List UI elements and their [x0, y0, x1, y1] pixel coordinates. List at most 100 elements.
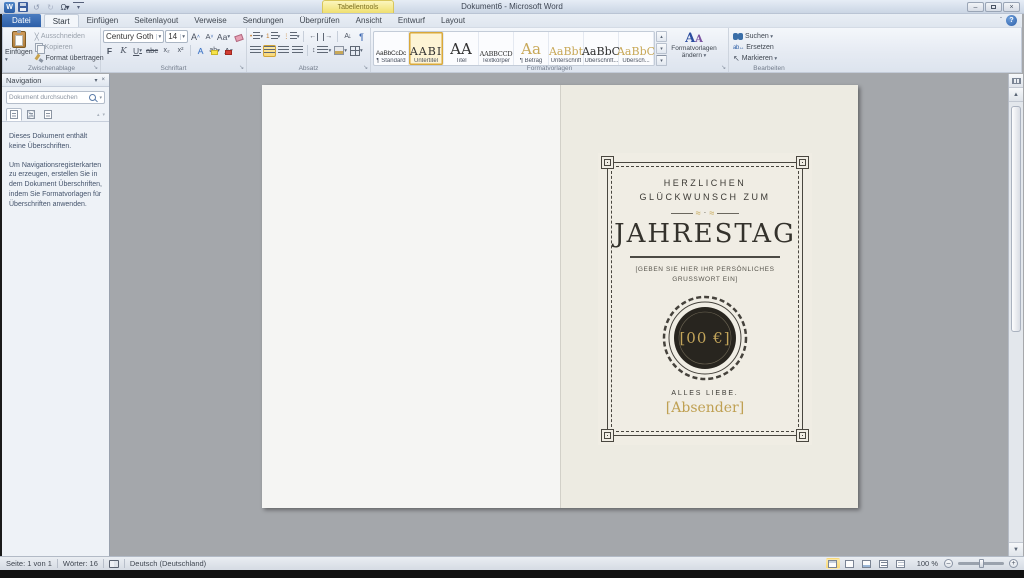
dialog-launcher-paragraph[interactable]: [363, 65, 368, 71]
borders-button[interactable]: [349, 45, 364, 57]
tab-start[interactable]: Start: [44, 14, 79, 27]
justify-button[interactable]: [291, 45, 304, 57]
numbering-button[interactable]: 1: [265, 31, 281, 43]
zoom-level[interactable]: 100 %: [917, 559, 938, 568]
replace-button[interactable]: Ersetzen: [731, 42, 807, 52]
gallery-scroll-down-icon[interactable]: [656, 43, 667, 54]
font-family-combo[interactable]: Century Goth▾: [103, 30, 164, 43]
draft-view-button[interactable]: [894, 558, 908, 569]
strikethrough-button[interactable]: abc: [145, 45, 159, 57]
decrease-indent-button[interactable]: ←: [307, 31, 320, 43]
previous-heading-icon[interactable]: ▴: [97, 112, 100, 118]
shrink-font-button[interactable]: A: [203, 31, 216, 43]
highlight-color-button[interactable]: ab: [208, 45, 221, 57]
restore-button[interactable]: [985, 2, 1002, 12]
dialog-launcher-clipboard[interactable]: [93, 65, 98, 71]
close-button[interactable]: ×: [1003, 2, 1020, 12]
line-spacing-button[interactable]: [311, 45, 332, 57]
increase-indent-button[interactable]: →: [321, 31, 334, 43]
tab-datei[interactable]: Datei: [2, 14, 41, 27]
font-color-button[interactable]: A: [222, 45, 235, 57]
italic-button[interactable]: K: [117, 45, 130, 57]
page-indicator[interactable]: Seite: 1 von 1: [6, 559, 52, 568]
seal-value[interactable]: [00 €]: [661, 294, 749, 382]
zoom-out-button[interactable]: –: [944, 559, 953, 568]
superscript-button[interactable]: x²: [174, 45, 187, 57]
print-layout-view-button[interactable]: [826, 558, 840, 569]
document-page[interactable]: HERZLICHEN GLÜCKWUNSCH ZUM JAHRESTAG [GE…: [262, 85, 858, 508]
scrollbar-thumb[interactable]: [1011, 106, 1021, 332]
change-styles-button[interactable]: AA Formatvorlagen ändern: [668, 30, 720, 63]
pane-options-icon[interactable]: ▾: [94, 77, 97, 84]
nav-tab-results[interactable]: [40, 108, 56, 121]
zoom-in-button[interactable]: +: [1009, 559, 1018, 568]
copy-button[interactable]: Kopieren: [33, 43, 106, 53]
document-area[interactable]: HERZLICHEN GLÜCKWUNSCH ZUM JAHRESTAG [GE…: [110, 74, 1008, 556]
style-item-untertitel[interactable]: AABI Untertitel: [409, 32, 444, 65]
underline-button[interactable]: U: [131, 45, 144, 57]
outline-view-button[interactable]: [877, 558, 891, 569]
style-item-titel[interactable]: AA Titel: [444, 32, 479, 65]
search-icon[interactable]: [89, 94, 96, 101]
subscript-button[interactable]: x₂: [160, 45, 173, 57]
dialog-launcher-font[interactable]: [239, 65, 244, 71]
style-item-ueberschrift1[interactable]: AaBbC Überschrift...: [584, 32, 619, 65]
find-button[interactable]: Suchen: [731, 31, 807, 41]
dialog-launcher-styles[interactable]: [721, 65, 726, 71]
scroll-up-icon[interactable]: ▲: [1009, 88, 1023, 102]
style-item-standard[interactable]: AaBbCcDc ¶ Standard: [374, 32, 409, 65]
shading-button[interactable]: [333, 45, 348, 57]
ruler-toggle-button[interactable]: [1009, 74, 1023, 88]
tab-einfuegen[interactable]: Einfügen: [79, 14, 127, 27]
nav-tab-headings[interactable]: [6, 108, 22, 121]
align-center-button[interactable]: [263, 45, 276, 57]
gallery-scroll-up-icon[interactable]: [656, 31, 667, 42]
tab-entwurf[interactable]: Entwurf: [390, 14, 433, 27]
bullets-button[interactable]: •: [249, 31, 264, 43]
style-item-unterschrift[interactable]: AaBbt Unterschrift: [549, 32, 584, 65]
font-size-combo[interactable]: 14▾: [165, 30, 188, 43]
format-painter-button[interactable]: Format übertragen: [33, 53, 106, 63]
style-item-betrag[interactable]: Aa ¶ Betrag: [514, 32, 549, 65]
show-paragraph-marks-button[interactable]: [355, 31, 368, 43]
scroll-down-icon[interactable]: ▼: [1009, 542, 1023, 556]
align-right-button[interactable]: [277, 45, 290, 57]
card-placeholder[interactable]: [GEBEN SIE HIER IHR PERSÖNLICHES GRUSSWO…: [635, 265, 774, 286]
minimize-button[interactable]: –: [967, 2, 984, 12]
language-indicator[interactable]: Deutsch (Deutschland): [130, 559, 206, 568]
sort-button[interactable]: [341, 31, 354, 43]
cut-button[interactable]: Ausschneiden: [33, 32, 106, 42]
card-sender-placeholder[interactable]: [Absender]: [666, 400, 744, 416]
style-item-ueberschrift2[interactable]: AaBbC Übersch...: [619, 32, 654, 65]
fullscreen-view-button[interactable]: [843, 558, 857, 569]
search-options-icon[interactable]: ▾: [99, 95, 102, 101]
multilevel-list-button[interactable]: ⋮: [282, 31, 300, 43]
text-effects-button[interactable]: A: [194, 45, 207, 57]
search-input[interactable]: [9, 94, 89, 101]
tab-ansicht[interactable]: Ansicht: [348, 14, 390, 27]
next-heading-icon[interactable]: ▾: [102, 112, 105, 118]
anniversary-card[interactable]: HERZLICHEN GLÜCKWUNSCH ZUM JAHRESTAG [GE…: [598, 153, 812, 445]
clear-formatting-button[interactable]: [231, 31, 244, 43]
word-count[interactable]: Wörter: 16: [63, 559, 98, 568]
help-button[interactable]: ?: [1006, 15, 1017, 26]
bold-button[interactable]: F: [103, 45, 116, 57]
proofing-status-icon[interactable]: [109, 560, 119, 568]
select-button[interactable]: Markieren: [731, 53, 807, 63]
grow-font-button[interactable]: A: [189, 31, 202, 43]
tab-sendungen[interactable]: Sendungen: [235, 14, 292, 27]
tab-layout[interactable]: Layout: [433, 14, 473, 27]
style-item-textkoerper[interactable]: AABBCCD Textkörper: [479, 32, 514, 65]
nav-tab-pages[interactable]: [23, 108, 39, 121]
close-pane-icon[interactable]: ×: [101, 77, 105, 84]
zoom-slider[interactable]: [958, 562, 1004, 565]
paste-button[interactable]: Einfügen: [5, 30, 33, 63]
zoom-slider-thumb[interactable]: [979, 559, 984, 568]
tab-ueberpruefen[interactable]: Überprüfen: [292, 14, 348, 27]
minimize-ribbon-icon[interactable]: [1000, 18, 1002, 24]
tab-verweise[interactable]: Verweise: [186, 14, 234, 27]
change-case-button[interactable]: Aa: [217, 31, 230, 43]
tab-seitenlayout[interactable]: Seitenlayout: [126, 14, 186, 27]
web-layout-view-button[interactable]: [860, 558, 874, 569]
align-left-button[interactable]: [249, 45, 262, 57]
